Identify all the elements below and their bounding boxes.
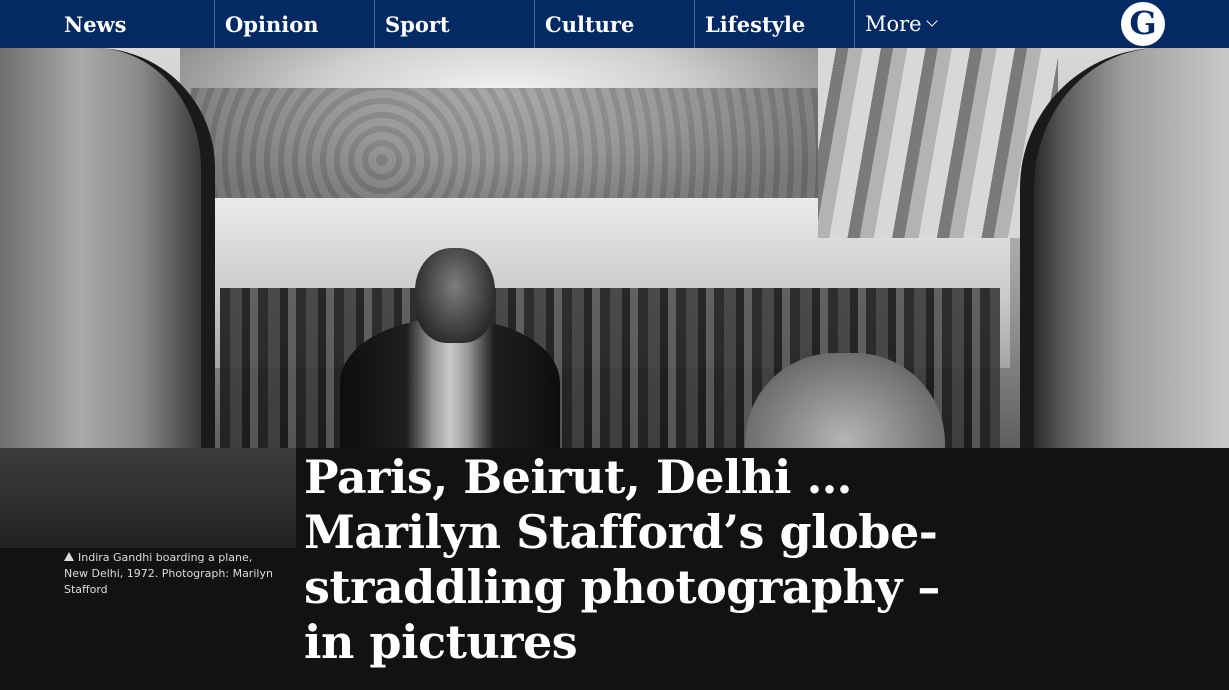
nav-item-sport[interactable]: Sport [374,0,534,48]
chevron-down-icon [925,15,938,27]
photo-figure-head [415,248,495,343]
logo-letter: G [1129,4,1157,42]
hero-photo [0,48,1229,448]
nav-more-label: More [865,12,922,36]
nav-item-lifestyle[interactable]: Lifestyle [694,0,854,48]
nav-item-label: Culture [545,11,635,37]
photo-plane-door-left [0,48,215,448]
nav-item-news[interactable]: News [54,0,214,48]
article-headline: Paris, Beirut, Delhi … Marilyn Stafford’… [304,450,940,669]
nav-item-label: Opinion [225,11,319,37]
photo-trees [190,88,830,208]
nav-item-culture[interactable]: Culture [534,0,694,48]
hero-photo-lower-strip [0,448,296,548]
nav-item-label: Lifestyle [705,11,806,37]
nav-item-label: News [64,11,127,37]
caption-triangle-icon [64,552,74,561]
nav-more-button[interactable]: More [854,0,974,48]
nav-item-opinion[interactable]: Opinion [214,0,374,48]
photo-caption: Indira Gandhi boarding a plane, New Delh… [64,550,279,598]
guardian-logo-icon[interactable]: G [1121,2,1165,46]
nav-item-label: Sport [385,11,450,37]
caption-text: Indira Gandhi boarding a plane, New Delh… [64,551,273,596]
top-navigation: News Opinion Sport Culture Lifestyle Mor… [0,0,1229,48]
photo-plane-door-right [1020,48,1229,448]
